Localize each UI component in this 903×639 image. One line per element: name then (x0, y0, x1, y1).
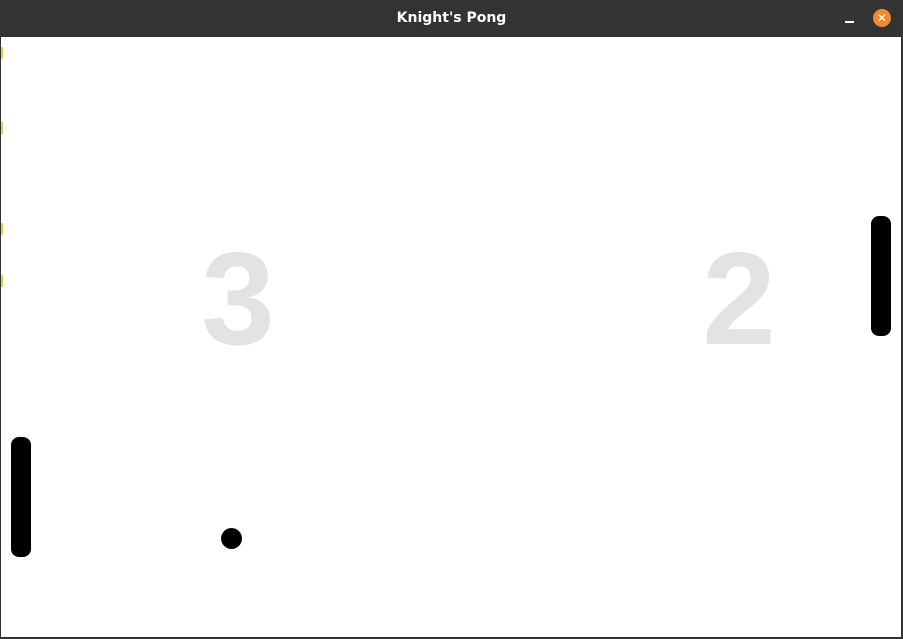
edge-artifact (1, 122, 3, 134)
ball (221, 528, 242, 549)
game-canvas[interactable]: 3 2 (1, 37, 901, 637)
right-paddle (871, 216, 891, 336)
minimize-icon (845, 21, 854, 23)
right-player-score: 2 (702, 225, 776, 372)
left-player-score: 3 (201, 225, 275, 372)
close-button[interactable]: ✕ (873, 9, 891, 27)
app-window: Knight's Pong ✕ 3 2 (0, 0, 903, 639)
left-paddle (11, 437, 31, 557)
edge-artifact (1, 47, 3, 59)
edge-artifact (1, 223, 3, 235)
window-title: Knight's Pong (396, 10, 507, 26)
title-bar[interactable]: Knight's Pong ✕ (0, 0, 903, 36)
close-icon: ✕ (876, 11, 888, 25)
edge-artifact (1, 275, 3, 287)
minimize-button[interactable] (840, 10, 858, 28)
